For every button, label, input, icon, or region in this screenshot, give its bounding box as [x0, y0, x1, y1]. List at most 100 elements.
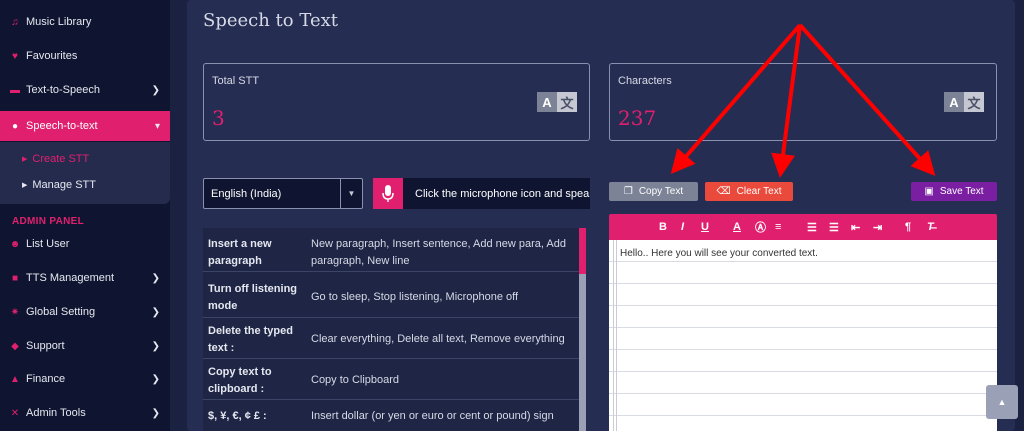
chevron-right-icon: ❯: [151, 340, 160, 352]
copy-text-button[interactable]: ❐ Copy Text: [609, 182, 698, 201]
save-text-button[interactable]: ▣ Save Text: [911, 182, 997, 201]
total-stt-value: 3: [212, 106, 225, 130]
editor-margin-line: [616, 240, 617, 431]
sidebar-item-label: TTS Management: [26, 272, 115, 284]
command-key: Turn off listening mode: [208, 283, 298, 312]
gear-icon: ✷: [10, 306, 20, 318]
piggy-bank-icon: ▲: [10, 373, 20, 385]
sidebar-item-label: Favourites: [26, 50, 78, 62]
table-row: $, ¥, €, ¢ £ : Insert dollar (or yen or …: [203, 400, 579, 431]
submenu-panel: ▶ Create STT ▶ Manage STT: [0, 142, 170, 204]
chevron-right-icon: ❯: [151, 407, 160, 419]
page-title: Speech to Text: [203, 10, 338, 31]
clear-text-button[interactable]: ⌫ Clear Text: [705, 182, 793, 201]
table-row: Copy text to clipboard : Copy to Clipboa…: [203, 359, 579, 400]
table-row: Delete the typed text : Clear everything…: [203, 318, 579, 359]
translate-icon: A文: [944, 92, 984, 112]
microphone-button[interactable]: [373, 178, 403, 209]
sidebar-item-label: Text-to-Speech: [26, 84, 100, 96]
background-color-icon[interactable]: Ⓐ: [755, 219, 766, 235]
sidebar-item-list-user[interactable]: ☻ List User: [0, 229, 170, 259]
command-value: Go to sleep, Stop listening, Microphone …: [311, 291, 519, 303]
microphone-icon: [382, 184, 394, 202]
sidebar-item-label: Speech-to-text: [26, 120, 98, 132]
command-value: Copy to Clipboard: [311, 374, 400, 386]
caret-right-icon: ▶: [22, 156, 28, 163]
sidebar-item-label: Support: [26, 340, 65, 352]
text-direction-icon[interactable]: ¶: [905, 219, 911, 235]
copy-icon: ❐: [623, 186, 633, 197]
sidebar-item-global-setting[interactable]: ✷ Global Setting ❯: [0, 297, 170, 327]
text-editor[interactable]: Hello.. Here you will see your converted…: [609, 240, 997, 431]
font-color-icon[interactable]: A: [733, 219, 741, 235]
save-icon: ▣: [924, 186, 934, 197]
tools-icon: ✕: [10, 407, 20, 419]
table-row: Turn off listening mode Go to sleep, Sto…: [203, 272, 579, 318]
sidebar-item-support[interactable]: ◆ Support ❯: [0, 331, 170, 361]
underline-icon[interactable]: U: [701, 219, 709, 235]
sidebar-item-admin-tools[interactable]: ✕ Admin Tools ❯: [0, 398, 170, 428]
caret-right-icon: ▶: [22, 182, 28, 189]
command-value: Insert dollar (or yen or euro or cent or…: [311, 410, 554, 422]
clear-text-label: Clear Text: [736, 186, 782, 197]
sidebar-item-favourites[interactable]: ♥ Favourites: [0, 41, 170, 71]
command-value: New paragraph, Insert sentence, Add new …: [311, 238, 566, 267]
sidebar-subitem-manage-stt[interactable]: ▶ Manage STT: [22, 179, 96, 191]
sidebar-item-music-library[interactable]: ♫ Music Library: [0, 7, 170, 37]
sidebar-item-text-to-speech[interactable]: ▬ Text-to-Speech ❯: [0, 75, 170, 105]
microphone-hint: Click the microphone icon and speak: [403, 178, 590, 209]
indent-icon[interactable]: ⇥: [873, 219, 882, 235]
sidebar: ♫ Music Library ♥ Favourites ▬ Text-to-S…: [0, 0, 170, 431]
mic-icon: ●: [11, 120, 19, 132]
voice-commands-table: Insert a new paragraph New paragraph, In…: [203, 228, 586, 431]
ordered-list-icon[interactable]: ☰: [807, 219, 817, 235]
align-left-icon[interactable]: ≡: [775, 219, 781, 235]
message-icon: ▬: [10, 84, 20, 96]
chevron-down-icon: ▾: [154, 120, 160, 132]
sidebar-item-finance[interactable]: ▲ Finance ❯: [0, 364, 170, 394]
sidebar-subitem-create-stt[interactable]: ▶ Create STT: [22, 153, 89, 165]
chevron-right-icon: ❯: [151, 306, 160, 318]
chevron-right-icon: ❯: [151, 84, 160, 96]
characters-label: Characters: [618, 75, 672, 87]
bullet-list-icon[interactable]: ☰: [829, 219, 839, 235]
table-scrollbar[interactable]: [579, 228, 586, 431]
language-select-value: English (India): [211, 187, 282, 200]
command-key: Insert a new paragraph: [208, 238, 272, 267]
save-text-label: Save Text: [939, 186, 984, 197]
chevron-up-icon: ▲: [997, 397, 1007, 407]
sidebar-item-speech-to-text[interactable]: ● Speech-to-text ▾: [0, 111, 170, 141]
copy-text-label: Copy Text: [638, 186, 684, 197]
heart-icon: ♥: [12, 50, 18, 62]
language-select[interactable]: English (India) ▼: [203, 178, 363, 209]
sidebar-item-label: Admin Tools: [26, 407, 86, 419]
main-panel: Speech to Text Total STT 3 A文 Characters…: [187, 0, 1015, 431]
sidebar-item-tts-management[interactable]: ■ TTS Management ❯: [0, 263, 170, 293]
admin-panel-heading: ADMIN PANEL: [12, 216, 85, 227]
italic-icon[interactable]: I: [681, 219, 684, 235]
chevron-down-icon: ▼: [340, 179, 362, 208]
sidebar-item-label: Music Library: [26, 16, 92, 28]
total-stt-label: Total STT: [212, 75, 260, 87]
outdent-icon[interactable]: ⇤: [851, 219, 860, 235]
chevron-right-icon: ❯: [151, 373, 160, 385]
editor-content: Hello.. Here you will see your converted…: [620, 248, 818, 259]
tree-icon: ■: [11, 272, 19, 284]
editor-toolbar: B I U A Ⓐ ≡ ☰ ☰ ⇤ ⇥ ¶ T̶: [609, 214, 997, 240]
bold-icon[interactable]: B: [659, 219, 667, 235]
sidebar-item-label: Global Setting: [26, 306, 96, 318]
users-icon: ☻: [9, 238, 21, 250]
sidebar-subitem-label: Manage STT: [32, 179, 96, 191]
characters-card: Characters 237 A文: [609, 63, 997, 141]
total-stt-card: Total STT 3 A文: [203, 63, 590, 141]
scroll-to-top-button[interactable]: ▲: [986, 385, 1018, 419]
command-key: $, ¥, €, ¢ £ :: [208, 410, 267, 422]
sidebar-item-label: Finance: [26, 373, 66, 385]
clear-format-icon[interactable]: T̶: [927, 219, 934, 235]
command-key: Delete the typed text :: [208, 325, 293, 354]
command-key: Copy text to clipboard :: [208, 366, 272, 395]
table-scrollbar-thumb[interactable]: [579, 228, 586, 274]
translate-icon: A文: [537, 92, 577, 112]
music-icon: ♫: [11, 16, 19, 28]
editor-margin-line: [613, 240, 614, 431]
